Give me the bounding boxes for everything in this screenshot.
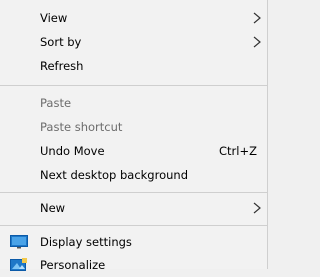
menu-item-label: View (40, 11, 68, 25)
menu-separator (0, 225, 267, 226)
menu-item-label: Paste (40, 96, 72, 110)
chevron-right-icon (253, 202, 261, 214)
menu-separator (0, 85, 267, 86)
menu-item-view[interactable]: View (0, 6, 267, 30)
menu-item-label: New (40, 201, 66, 215)
desktop-context-menu: View Sort by Refresh Paste Paste shortcu… (0, 0, 268, 272)
menu-item-label: Next desktop background (40, 168, 188, 182)
menu-item-next-desktop-background[interactable]: Next desktop background (0, 163, 267, 187)
menu-item-shortcut: Ctrl+Z (219, 144, 257, 158)
menu-item-label: Refresh (40, 59, 84, 73)
menu-item-label: Paste shortcut (40, 120, 123, 134)
chevron-right-icon (253, 36, 261, 48)
menu-item-display-settings[interactable]: Display settings (0, 230, 267, 254)
menu-item-undo-move[interactable]: Undo Move Ctrl+Z (0, 139, 267, 163)
personalize-icon (10, 258, 27, 271)
menu-item-new[interactable]: New (0, 196, 267, 220)
menu-item-label: Undo Move (40, 144, 105, 158)
chevron-right-icon (253, 12, 261, 24)
menu-item-sort-by[interactable]: Sort by (0, 30, 267, 54)
display-icon (10, 235, 28, 249)
menu-item-paste-shortcut[interactable]: Paste shortcut (0, 115, 267, 139)
menu-item-label: Display settings (40, 235, 132, 249)
menu-separator (0, 192, 267, 193)
menu-item-personalize[interactable]: Personalize (0, 253, 267, 277)
menu-item-label: Sort by (40, 35, 82, 49)
menu-item-label: Personalize (40, 258, 106, 272)
menu-item-paste[interactable]: Paste (0, 91, 267, 115)
menu-item-refresh[interactable]: Refresh (0, 54, 267, 78)
